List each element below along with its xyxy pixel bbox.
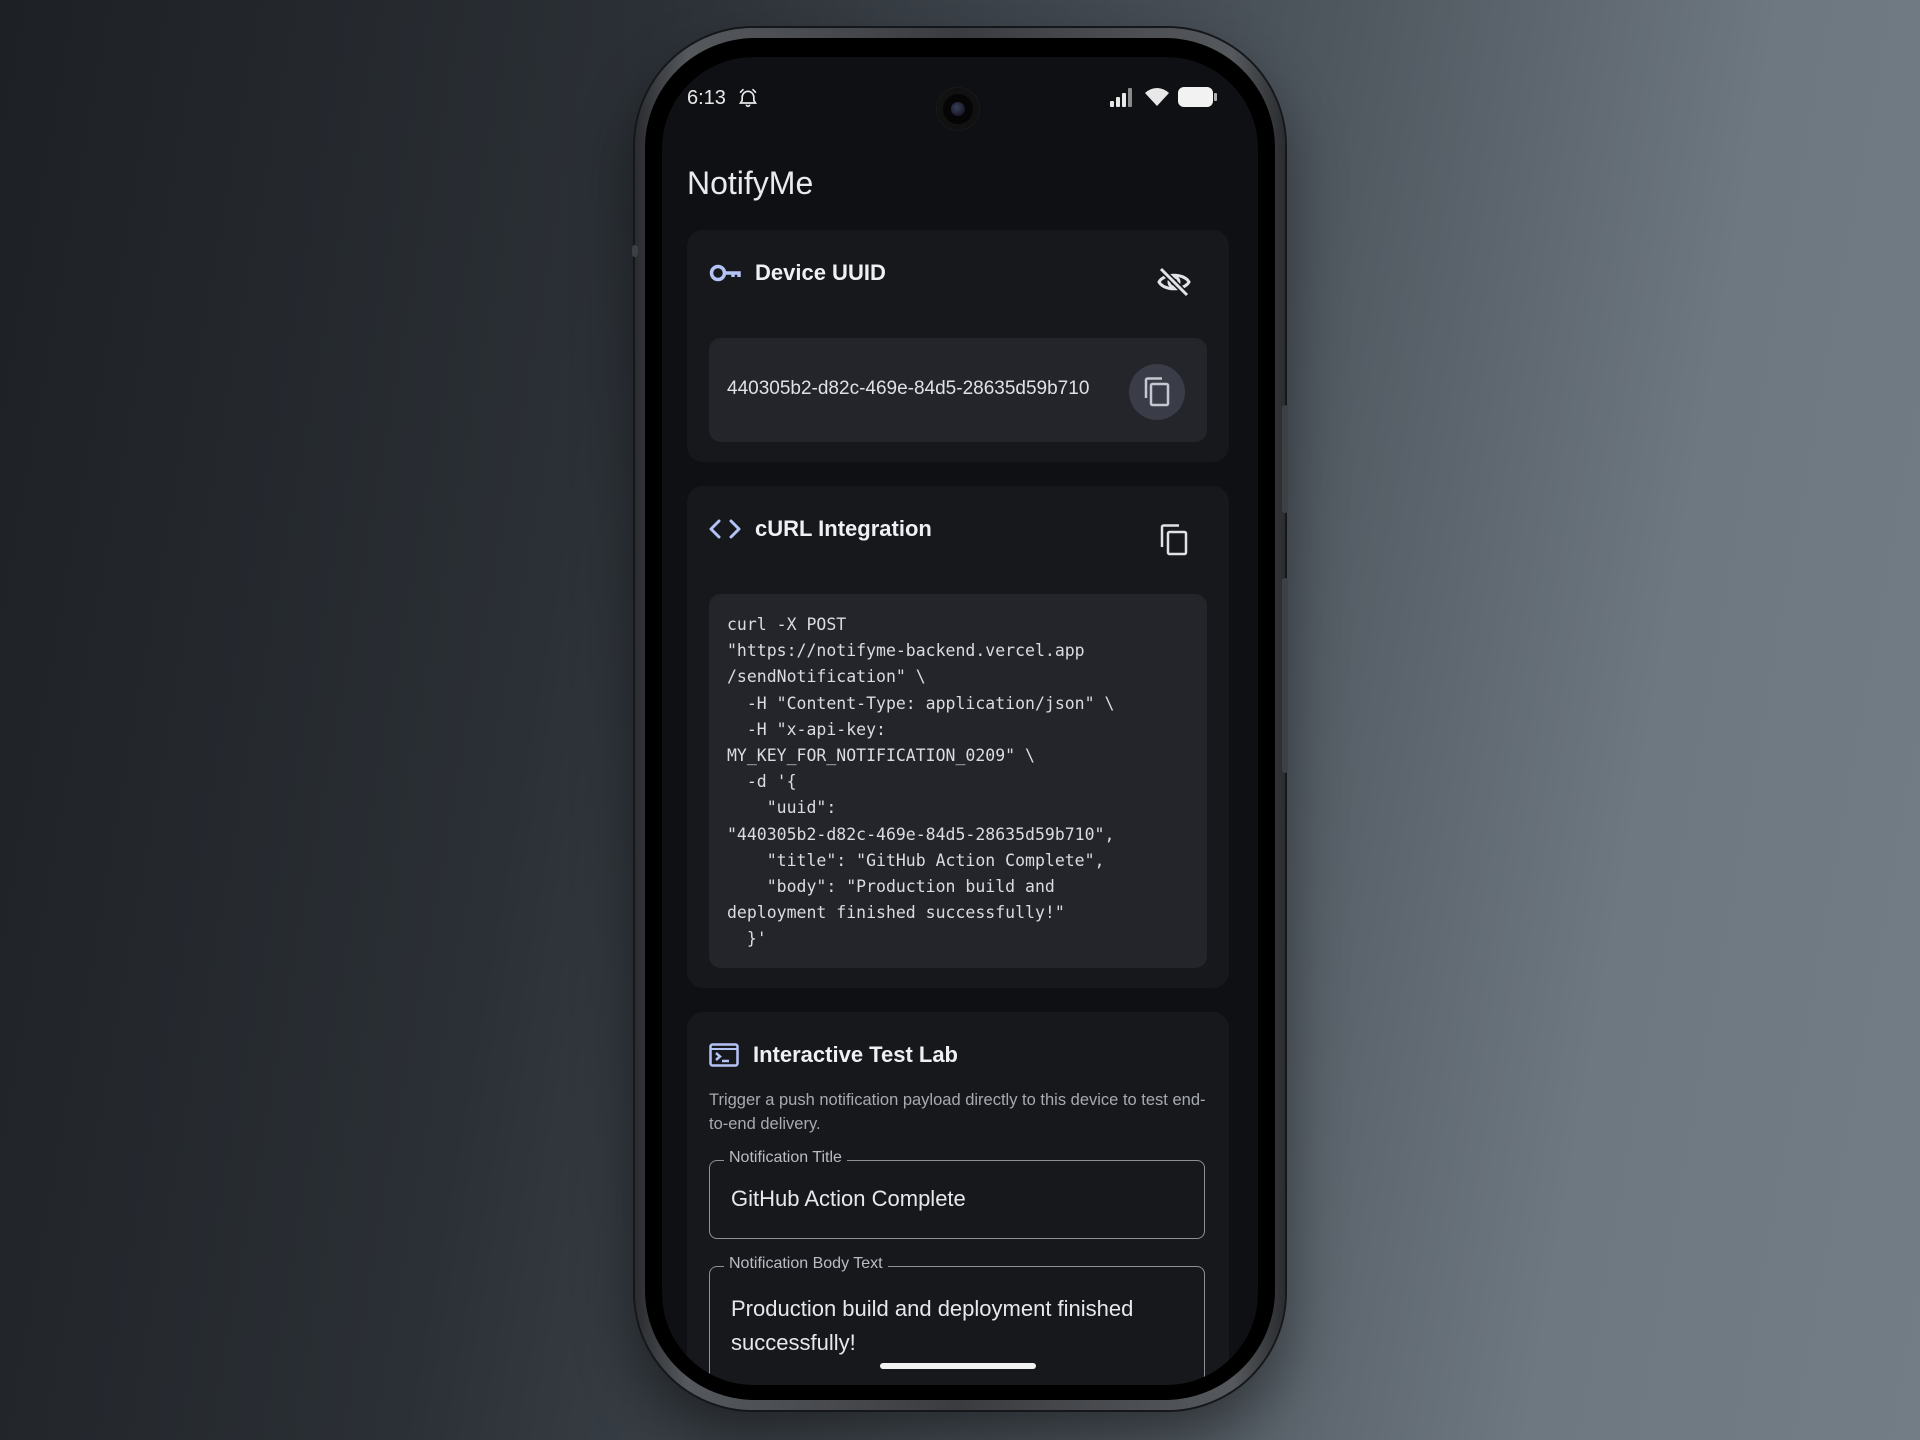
copy-icon xyxy=(1144,377,1170,407)
curl-header: cURL Integration xyxy=(709,516,932,542)
app-title: NotifyMe xyxy=(687,165,814,201)
copy-uuid-button[interactable] xyxy=(1129,364,1185,420)
notification-body-input[interactable]: Production build and deployment finished… xyxy=(731,1292,1186,1360)
signal-icon xyxy=(1110,88,1132,107)
curl-code-box: curl -X POST "https://notifyme-backend.v… xyxy=(709,594,1207,968)
action-button xyxy=(632,245,638,257)
curl-integration-card: cURL Integration curl -X POST "https://n… xyxy=(687,486,1229,988)
device-uuid-title: Device UUID xyxy=(755,260,886,285)
power-button xyxy=(1282,405,1288,513)
visibility-off-icon[interactable] xyxy=(1157,267,1191,297)
device-uuid-header: Device UUID xyxy=(709,260,886,286)
test-lab-description: Trigger a push notification payload dire… xyxy=(709,1091,1206,1133)
alarm-icon xyxy=(738,88,758,108)
key-icon xyxy=(709,264,741,282)
status-time: 6:13 xyxy=(687,87,726,109)
front-camera xyxy=(937,88,979,130)
code-icon xyxy=(709,519,741,539)
curl-title: cURL Integration xyxy=(755,516,932,541)
uuid-value: 440305b2-d82c-469e-84d5-28635d59b710 xyxy=(727,378,1090,399)
notification-title-input[interactable]: GitHub Action Complete xyxy=(731,1182,1186,1216)
battery-icon xyxy=(1178,87,1217,107)
wifi-icon xyxy=(1145,88,1169,106)
notification-body-label: Notification Body Text xyxy=(724,1255,888,1273)
curl-code: curl -X POST "https://notifyme-backend.v… xyxy=(727,615,1115,949)
copy-curl-button[interactable] xyxy=(1159,523,1189,557)
phone-screen: 6:13 NotifyMe Device UUID 440305b2-d82c-… xyxy=(662,57,1258,1385)
notification-title-label: Notification Title xyxy=(724,1149,847,1167)
home-indicator[interactable] xyxy=(880,1363,1036,1369)
test-lab-title: Interactive Test Lab xyxy=(753,1042,958,1067)
uuid-box: 440305b2-d82c-469e-84d5-28635d59b710 xyxy=(709,338,1207,442)
notification-title-field[interactable]: Notification Title GitHub Action Complet… xyxy=(709,1149,1205,1239)
volume-button xyxy=(1282,578,1288,773)
terminal-icon xyxy=(709,1043,739,1067)
test-lab-header: Interactive Test Lab xyxy=(709,1042,958,1068)
status-icons xyxy=(1110,87,1218,107)
test-lab-card: Interactive Test Lab Trigger a push noti… xyxy=(687,1012,1229,1385)
device-uuid-card: Device UUID 440305b2-d82c-469e-84d5-2863… xyxy=(687,230,1229,462)
